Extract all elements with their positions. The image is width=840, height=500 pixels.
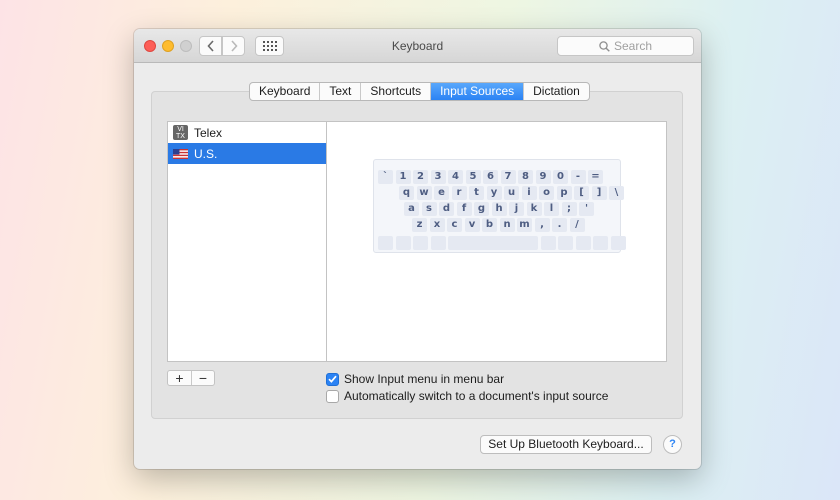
keyboard-key: ' (579, 202, 594, 216)
search-icon (599, 40, 610, 52)
keyboard-key: ] (591, 186, 607, 200)
keyboard-key (558, 236, 573, 250)
keyboard-key: = (588, 170, 603, 184)
keyboard-key: o (539, 186, 554, 200)
keyboard-key (575, 236, 591, 250)
keyboard-key: h (491, 202, 507, 216)
tab-keyboard[interactable]: Keyboard (250, 83, 319, 100)
keyboard-key: j (509, 202, 524, 216)
keyboard-key: t (469, 186, 484, 200)
keyboard-key: g (474, 202, 489, 216)
remove-input-source-button[interactable]: − (190, 371, 214, 385)
list-item-label: Telex (194, 125, 223, 140)
checkmark-icon (328, 375, 337, 383)
search-field[interactable]: Search (557, 36, 694, 56)
add-input-source-button[interactable]: + (168, 371, 191, 385)
keyboard-key: f (456, 202, 472, 216)
us-flag-icon (173, 148, 188, 159)
keyboard-key: [ (574, 186, 589, 200)
setup-bluetooth-keyboard-button[interactable]: Set Up Bluetooth Keyboard... (480, 435, 652, 454)
keyboard-diagram: ` 1 2 3 4 5 6 7 8 9 0- = q w e r t y u i o p[] \ a s d f g h j k l; ' z x c… (373, 159, 626, 253)
keyboard-row: z x c v b n m,. / (374, 218, 620, 232)
tab-bar: Keyboard Text Shortcuts Input Sources Di… (249, 82, 590, 101)
auto-switch-checkbox[interactable] (326, 389, 339, 403)
show-input-menu-checkbox[interactable] (326, 372, 339, 386)
auto-switch-option[interactable]: Automatically switch to a document's inp… (326, 388, 608, 404)
show-input-menu-label: Show Input menu in menu bar (344, 372, 505, 386)
help-button[interactable]: ? (663, 435, 682, 454)
keyboard-key (448, 236, 538, 250)
keyboard-key (413, 236, 428, 250)
keyboard-key: ` (378, 170, 393, 184)
keyboard-key: ; (561, 202, 577, 216)
keyboard-key: m (517, 218, 532, 232)
show-input-menu-option[interactable]: Show Input menu in menu bar (326, 371, 504, 387)
keyboard-key: c (447, 218, 462, 232)
keyboard-key: i (521, 186, 537, 200)
list-item-us[interactable]: U.S. (168, 143, 326, 164)
title-bar: Keyboard Search (134, 29, 701, 63)
keyboard-key: u (504, 186, 519, 200)
tab-dictation[interactable]: Dictation (523, 83, 589, 100)
keyboard-key: k (526, 202, 542, 216)
keyboard-row: q w e r t y u i o p[] \ (374, 186, 624, 200)
keyboard-key: 5 (465, 170, 481, 184)
list-item-label: U.S. (194, 146, 218, 161)
keyboard-key: l (544, 202, 559, 216)
keyboard-key: s (421, 202, 437, 216)
keyboard-key: r (451, 186, 467, 200)
keyboard-key (395, 236, 411, 250)
list-add-remove-controls: + − (167, 370, 215, 386)
tab-text[interactable]: Text (319, 83, 360, 100)
keyboard-row: ` 1 2 3 4 5 6 7 8 9 0- = (374, 170, 620, 184)
keyboard-key: \ (609, 186, 624, 200)
keyboard-row: a s d f g h j k l; ' (374, 202, 620, 216)
keyboard-key: 4 (448, 170, 463, 184)
auto-switch-label: Automatically switch to a document's inp… (344, 389, 609, 403)
keyboard-key: x (429, 218, 445, 232)
keyboard-key: e (434, 186, 449, 200)
keyboard-key: a (404, 202, 419, 216)
keyboard-key (430, 236, 446, 250)
keyboard-key: , (534, 218, 550, 232)
preferences-window: Keyboard Search Keyboard Text Shortcuts … (134, 29, 701, 469)
keyboard-modifier-row (374, 236, 626, 250)
search-placeholder: Search (613, 39, 653, 53)
keyboard-key: 9 (535, 170, 551, 184)
keyboard-key: z (412, 218, 427, 232)
tab-input-sources[interactable]: Input Sources (430, 83, 524, 100)
keyboard-key: . (552, 218, 567, 232)
keyboard-layout-preview: ` 1 2 3 4 5 6 7 8 9 0- = q w e r t y u i o p[] \ a s d f g h j k l; ' z x c… (327, 121, 667, 362)
keyboard-key: / (569, 218, 585, 232)
keyboard-key: 7 (500, 170, 516, 184)
keyboard-key: d (439, 202, 454, 216)
vi-icon: VI TX (173, 125, 188, 140)
keyboard-key: q (399, 186, 414, 200)
keyboard-key: w (416, 186, 432, 200)
keyboard-key: 6 (483, 170, 498, 184)
list-item-telex[interactable]: VI TX Telex (168, 122, 326, 143)
keyboard-key: y (486, 186, 502, 200)
input-sources-list: VI TX Telex U.S. (167, 121, 327, 362)
keyboard-key: p (556, 186, 572, 200)
keyboard-key: 0 (553, 170, 568, 184)
keyboard-key: 3 (430, 170, 446, 184)
keyboard-key (610, 236, 626, 250)
tab-shortcuts[interactable]: Shortcuts (360, 83, 430, 100)
keyboard-key: 1 (395, 170, 411, 184)
keyboard-key (540, 236, 556, 250)
keyboard-key: n (499, 218, 515, 232)
keyboard-key: b (482, 218, 497, 232)
keyboard-key: 2 (413, 170, 428, 184)
keyboard-key (378, 236, 393, 250)
keyboard-key: 8 (518, 170, 533, 184)
keyboard-key: v (464, 218, 480, 232)
keyboard-key (593, 236, 608, 250)
keyboard-key: - (570, 170, 586, 184)
